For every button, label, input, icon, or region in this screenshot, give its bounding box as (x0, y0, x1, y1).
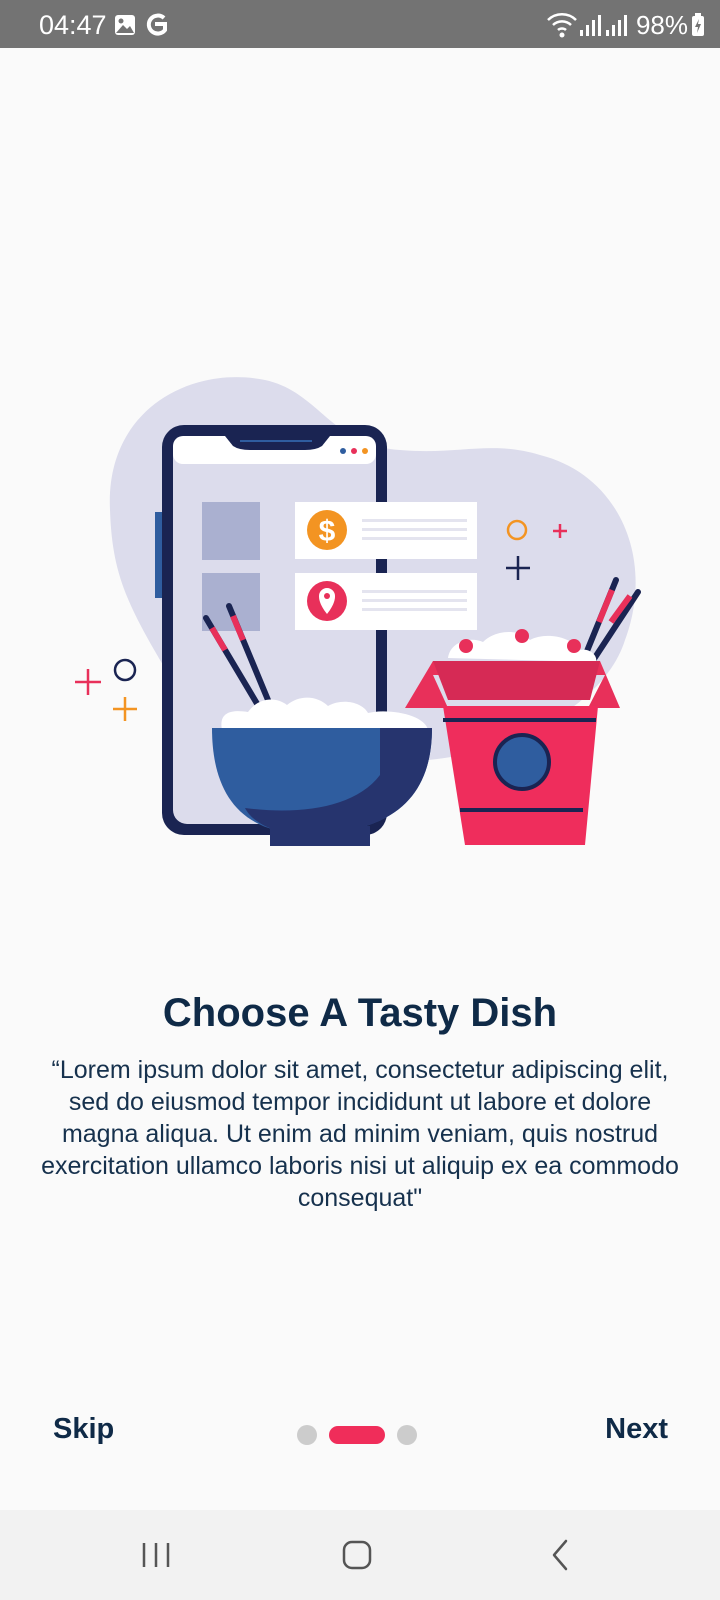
status-time: 04:47 (39, 10, 107, 40)
battery-percent: 98% (635, 10, 688, 40)
page-dot-2-active[interactable] (329, 1426, 385, 1444)
page-indicator (297, 1425, 425, 1445)
food-order-illustration: $ (75, 377, 641, 846)
google-icon (146, 13, 167, 36)
page-dot-3[interactable] (397, 1425, 417, 1445)
image-icon (115, 15, 135, 35)
onboarding-title: Choose A Tasty Dish (162, 991, 558, 1035)
status-notification-icons (115, 13, 167, 36)
location-card (295, 573, 477, 630)
signal-icon (579, 15, 601, 36)
home-icon[interactable] (327, 1532, 387, 1578)
price-card: $ (295, 502, 477, 559)
system-nav-bar (0, 1510, 720, 1600)
back-icon[interactable] (530, 1532, 590, 1578)
status-right-group: 98% (546, 8, 706, 42)
svg-text:$: $ (319, 515, 336, 548)
skip-button[interactable]: Skip (53, 1412, 114, 1446)
recent-apps-icon[interactable] (126, 1532, 186, 1578)
wifi-icon (547, 13, 577, 38)
onboarding-description: “Lorem ipsum dolor sit amet, consectetur… (41, 1056, 679, 1212)
battery-charging-icon (692, 13, 704, 36)
next-button[interactable]: Next (605, 1412, 668, 1446)
status-bar: 04:47 98% (0, 0, 720, 48)
page-dot-1[interactable] (297, 1425, 317, 1445)
signal-icon (605, 15, 627, 36)
